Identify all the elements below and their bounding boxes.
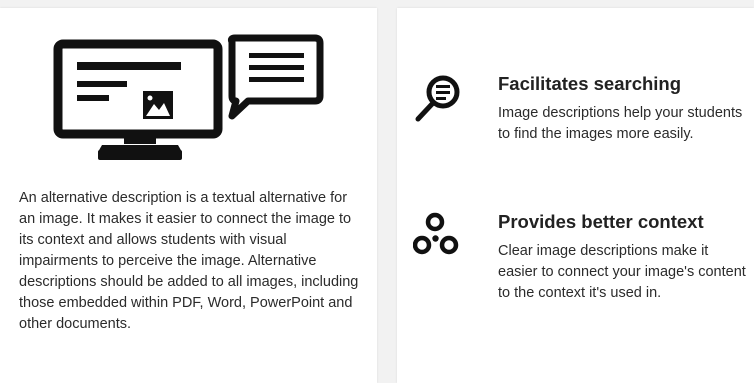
feature-title: Facilitates searching <box>498 73 682 94</box>
feature-text: Clear image descriptions make it easier … <box>498 243 746 301</box>
page: An alternative description is a textual … <box>0 0 754 383</box>
connected-circles-icon <box>413 212 459 255</box>
feature-title: Provides better context <box>498 211 704 232</box>
feature-text: Image descriptions help your students to… <box>498 105 743 142</box>
alt-description-text: An alternative description is a textual … <box>19 190 359 332</box>
benefits-card: Facilitates searching Image descriptions… <box>397 8 754 383</box>
alt-description-card: An alternative description is a textual … <box>0 8 377 383</box>
magnifier-text-icon <box>415 75 460 122</box>
monitor-with-speech-bubble-icon <box>53 34 324 160</box>
